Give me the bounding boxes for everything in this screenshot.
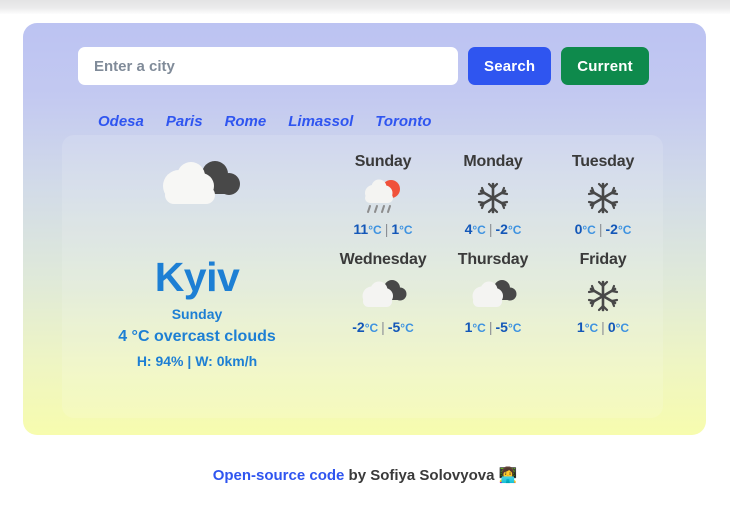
cloud-overcast-icon	[357, 273, 409, 319]
forecast-grid: Sunday 11°C | 1°C Monday 4°C | -2°C Tues…	[328, 153, 658, 335]
temp-unit: °C	[582, 223, 596, 237]
quick-city-toronto[interactable]: Toronto	[375, 113, 431, 130]
forecast-temps: 1°C | -5°C	[465, 319, 522, 335]
temp-unit: °C	[364, 321, 379, 335]
temp-unit: °C	[507, 321, 522, 335]
search-button[interactable]: Search	[468, 47, 552, 85]
current-city-name: Kyiv	[154, 254, 240, 300]
quick-city-paris[interactable]: Paris	[166, 113, 203, 130]
forecast-day-thursday: Thursday 1°C | -5°C	[438, 251, 548, 335]
temp-unit: °C	[400, 321, 414, 335]
forecast-temps: 1°C | 0°C	[577, 319, 629, 335]
temp-unit: °C	[617, 223, 632, 237]
forecast-day-name: Sunday	[354, 153, 412, 170]
temp-unit: °C	[615, 321, 630, 335]
temp-separator: |	[384, 221, 389, 237]
footer: Open-source code by Sofiya Solovyova 👩‍💻	[0, 466, 730, 484]
weather-app-card: Search Current Odesa Paris Rome Limassol…	[23, 23, 706, 435]
forecast-min-temp: -5	[387, 319, 401, 335]
quick-city-rome[interactable]: Rome	[225, 113, 267, 130]
search-input[interactable]	[78, 47, 458, 85]
forecast-temps: -2°C | -5°C	[352, 319, 413, 335]
forecast-temps: 0°C | -2°C	[575, 221, 632, 237]
forecast-day-monday: Monday 4°C | -2°C	[438, 153, 548, 237]
forecast-day-tuesday: Tuesday 0°C | -2°C	[548, 153, 658, 237]
forecast-max-temp: 1	[576, 319, 585, 335]
forecast-max-temp: 11	[353, 221, 369, 237]
search-row: Search Current	[78, 47, 649, 85]
forecast-max-temp: -2	[352, 319, 365, 335]
temp-unit: °C	[368, 223, 382, 237]
forecast-min-temp: 0	[607, 319, 616, 335]
quick-city-odesa[interactable]: Odesa	[98, 113, 144, 130]
temp-unit: °C	[472, 223, 486, 237]
weather-panel: Kyiv Sunday 4 °C overcast clouds H: 94% …	[62, 135, 663, 418]
forecast-day-friday: Friday 1°C | 0°C	[548, 251, 658, 335]
current-weather-block: Kyiv Sunday 4 °C overcast clouds H: 94% …	[72, 147, 322, 369]
forecast-day-name: Thursday	[457, 251, 529, 268]
forecast-day-name: Monday	[463, 153, 523, 170]
forecast-min-temp: -2	[495, 221, 508, 237]
browser-top-strip	[0, 0, 730, 14]
temp-unit: °C	[584, 321, 599, 335]
temp-separator: |	[601, 319, 605, 335]
cloud-overcast-icon	[72, 147, 322, 227]
current-humidity-wind: H: 94% | W: 0km/h	[136, 353, 258, 369]
snowflake-icon	[476, 175, 510, 221]
current-day: Sunday	[171, 306, 223, 322]
sun-rain-cloud-icon	[360, 175, 406, 221]
current-description: 4 °C overcast clouds	[118, 328, 276, 345]
forecast-min-temp: -2	[605, 221, 618, 237]
quick-city-limassol[interactable]: Limassol	[288, 113, 353, 130]
footer-author-text: by Sofiya Solovyova	[344, 467, 499, 484]
forecast-temps: 4°C | -2°C	[465, 221, 522, 237]
forecast-min-temp: -5	[495, 319, 508, 335]
forecast-day-name: Wednesday	[339, 251, 427, 268]
forecast-day-name: Tuesday	[571, 153, 635, 170]
forecast-day-sunday: Sunday 11°C | 1°C	[328, 153, 438, 237]
snowflake-icon	[586, 175, 620, 221]
temp-unit: °C	[507, 223, 522, 237]
temp-unit: °C	[472, 321, 486, 335]
snowflake-icon	[586, 273, 620, 319]
temp-unit: °C	[399, 223, 413, 237]
woman-technologist-emoji: 👩‍💻	[498, 467, 518, 484]
forecast-day-wednesday: Wednesday -2°C | -5°C	[328, 251, 438, 335]
forecast-min-temp: 1	[391, 221, 400, 237]
open-source-code-link[interactable]: Open-source code	[213, 467, 345, 484]
quick-city-links: Odesa Paris Rome Limassol Toronto	[98, 113, 431, 130]
forecast-temps: 11°C | 1°C	[353, 221, 412, 237]
temp-separator: |	[381, 319, 385, 335]
cloud-overcast-icon	[467, 273, 519, 319]
forecast-day-name: Friday	[579, 251, 627, 268]
current-location-button[interactable]: Current	[561, 47, 649, 85]
